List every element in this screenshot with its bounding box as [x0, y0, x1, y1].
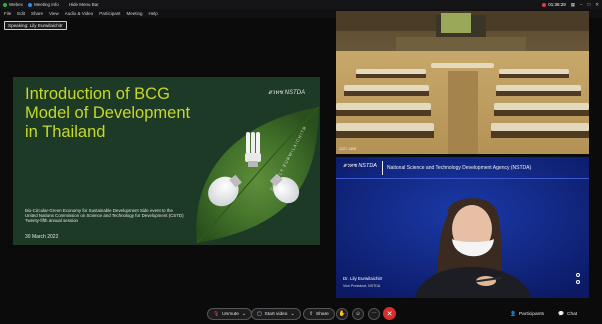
recording-indicator: 01:36:29: [542, 2, 566, 7]
layout-icon[interactable]: ▦: [571, 2, 575, 8]
menu-edit[interactable]: Edit: [17, 11, 25, 16]
slide-logo: สวทช NSTDA: [267, 90, 305, 96]
webex-icon: [3, 2, 7, 7]
window-controls: 01:36:29 ▦ – □ ✕: [542, 0, 599, 9]
video-tile-hall[interactable]: [336, 11, 589, 154]
menu-help[interactable]: Help: [148, 11, 157, 16]
hall-label: 1227-1505: [339, 147, 357, 151]
speaking-badge: Speaking: Lily Eurwilaichitr: [4, 21, 67, 30]
scroll-dot: [576, 280, 580, 284]
speaker-organization: National Science and Technology Developm…: [387, 165, 532, 171]
microphone-muted-icon: 🎙: [213, 311, 220, 317]
speaker-logo: สวทช NSTDA: [343, 163, 377, 169]
camera-off-icon: ▢: [257, 311, 262, 317]
participants-button[interactable]: 👤 Participants: [510, 308, 544, 320]
share-icon: ⇪: [309, 311, 314, 317]
maximize-icon[interactable]: □: [588, 2, 591, 7]
chevron-down-icon: ⌄: [290, 311, 295, 317]
more-options-button[interactable]: ⋯: [368, 308, 380, 320]
tab-meeting-info-label: Meeting Info: [33, 2, 59, 7]
header-divider: [382, 161, 383, 175]
chat-button[interactable]: 💬 Chat: [558, 308, 577, 320]
chat-label: Chat: [566, 311, 578, 317]
raise-hand-button[interactable]: ✋: [336, 308, 348, 320]
speaker-name: Dr. Lily Eurwilaichitr: [343, 276, 383, 281]
tab-hide-menu-bar[interactable]: Hide Menu Bar: [64, 2, 104, 7]
more-icon: ⋯: [371, 311, 377, 317]
start-video-button[interactable]: ▢ Start video ⌄: [251, 308, 301, 320]
tab-webex[interactable]: Webex: [0, 2, 23, 7]
people-icon: 👤: [510, 311, 516, 317]
record-icon: [542, 2, 547, 7]
leave-meeting-button[interactable]: ✕: [383, 307, 396, 320]
start-video-label: Start video: [264, 311, 288, 317]
menu-file[interactable]: File: [4, 11, 11, 16]
slide-title: Introduction of BCG Model of Development…: [25, 85, 191, 141]
share-label: Share: [316, 311, 329, 317]
share-button[interactable]: ⇪ Share: [303, 308, 335, 320]
tab-webex-label: Webex: [9, 2, 23, 7]
info-icon: [27, 2, 32, 7]
title-bar: Webex Meeting Info Hide Menu Bar 01:36:2…: [0, 0, 602, 9]
menu-share[interactable]: Share: [31, 11, 43, 16]
menu-audio-video[interactable]: Audio & Video: [65, 11, 93, 16]
tab-meeting-info[interactable]: Meeting Info: [23, 2, 64, 7]
unmute-button[interactable]: 🎙 Unmute ⌄: [207, 308, 252, 320]
slide-date: 30 March 2022: [25, 234, 59, 240]
menu-view[interactable]: View: [49, 11, 59, 16]
speaker-title: Vice President, NSTDA: [343, 284, 381, 288]
minimize-icon[interactable]: –: [580, 2, 583, 7]
reactions-button[interactable]: ☺: [352, 308, 364, 320]
assembly-hall-image: [336, 11, 589, 154]
close-icon: ✕: [386, 310, 393, 318]
video-tile-speaker[interactable]: สวทช NSTDA National Science and Technolo…: [336, 157, 589, 298]
menu-meeting[interactable]: Meeting: [126, 11, 142, 16]
close-icon[interactable]: ✕: [595, 2, 599, 8]
scroll-indicator[interactable]: [576, 273, 580, 284]
lightbulb-leaf-image: [196, 106, 320, 244]
participants-label: Participants: [518, 311, 545, 317]
meeting-controls: 🎙 Unmute ⌄ ▢ Start video ⌄ ⇪ Share ✋ ☺ ⋯…: [0, 303, 602, 324]
shared-slide: Introduction of BCG Model of Development…: [13, 77, 320, 245]
recording-time: 01:36:29: [548, 2, 566, 7]
scroll-dot: [576, 273, 580, 277]
chat-icon: 💬: [558, 311, 564, 317]
hand-icon: ✋: [338, 311, 346, 317]
smiley-icon: ☺: [355, 311, 361, 317]
slide-subtitle: Bio-Circular-Green Economy for Sustainab…: [25, 208, 184, 224]
unmute-label: Unmute: [222, 311, 239, 317]
menu-participant[interactable]: Participant: [99, 11, 120, 16]
chevron-down-icon: ⌄: [241, 311, 246, 317]
tab-hide-menu-bar-label: Hide Menu Bar: [68, 2, 99, 7]
